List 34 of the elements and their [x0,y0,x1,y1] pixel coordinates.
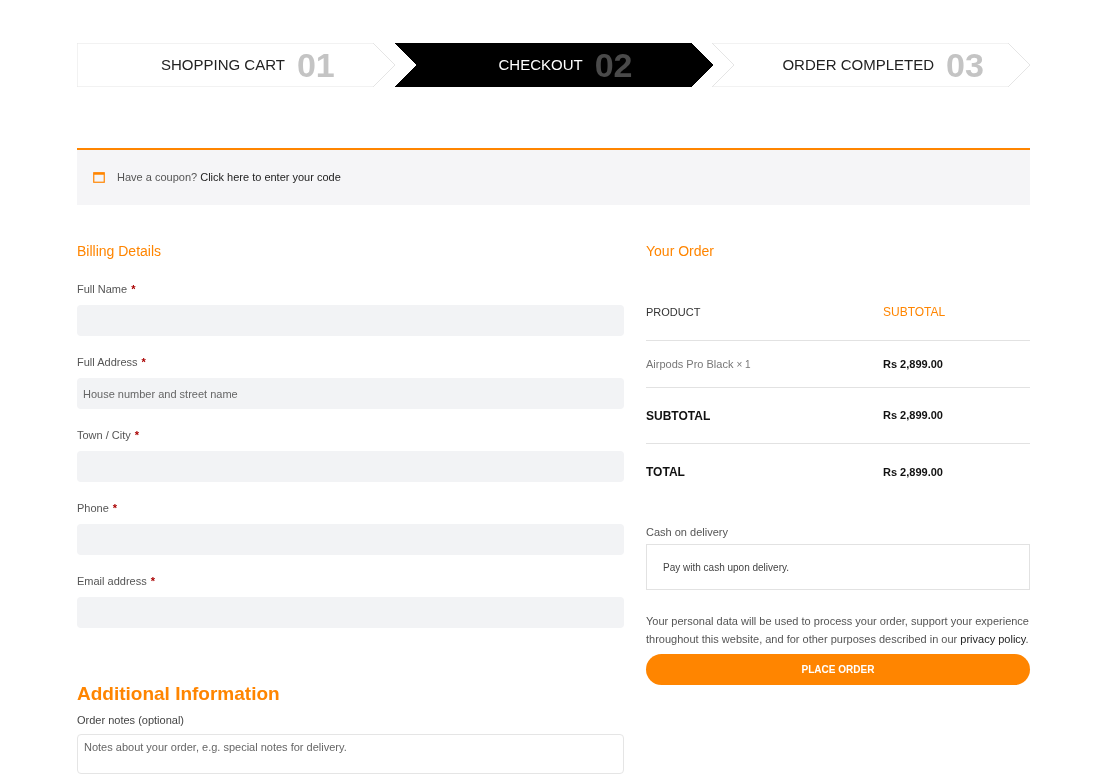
field-label: Full Name [77,282,128,297]
total-value: Rs 2,899.00 [883,408,943,424]
required-mark: * [131,282,136,297]
required-mark: * [150,574,155,589]
column-header: PRODUCT [646,304,702,320]
privacy-link[interactable]: privacy policy [960,633,1026,645]
field-label: Full Address [77,355,138,370]
total-value: Rs 2,899.00 [883,464,943,480]
field-label: Email address [77,574,147,589]
field-label: Phone [77,501,109,516]
notes-label: Order notes (optional) [77,713,185,728]
order-heading: Your Order [646,242,715,261]
coupon-link[interactable]: Click here to enter your code [200,171,341,184]
progress-step[interactable]: ORDER COMPLETED 03 [712,43,1030,87]
product-price: Rs 2,899.00 [883,356,943,372]
column-header: SUBTOTAL [883,304,946,321]
privacy-text: Your personal data will be used to process your order, support your experience throughout this website, and for other purposes described in our privacy policy. [646,614,1030,647]
payment-description-box: Pay with cash upon delivery. [646,544,1030,590]
coupon-text: Have a coupon? Click here to enter your code [117,170,341,186]
total-label: SUBTOTAL [646,407,712,425]
additional-heading: Additional Information [77,682,281,706]
progress-step[interactable]: CHECKOUT 02 [394,43,713,87]
required-mark: * [134,428,140,443]
required-mark: * [112,501,118,516]
payment-method: Cash on delivery [646,525,729,540]
billing-heading: Billing Details [77,242,163,261]
input-field[interactable]: House number and street name [77,378,624,409]
field-label: Town / City [77,428,131,443]
progress-step[interactable]: SHOPPING CART 01 [77,43,395,87]
notes-field[interactable]: Notes about your order, e.g. special notes for delivery. [77,734,624,774]
total-label: TOTAL [646,464,686,481]
product-name: Airpods Pro Black × 1 [646,356,752,372]
calendar-icon [93,172,105,183]
required-mark: * [141,355,146,370]
